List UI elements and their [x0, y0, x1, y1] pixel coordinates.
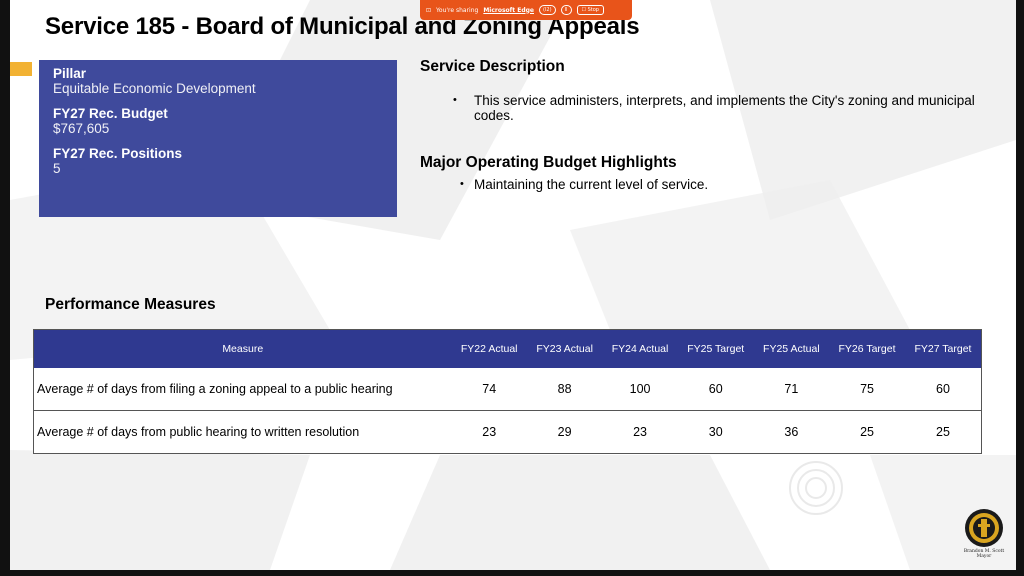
service-description-title: Service Description [420, 58, 565, 75]
presentation-slide: Service 185 - Board of Municipal and Zon… [10, 0, 1016, 570]
column-header: FY23 Actual [526, 329, 603, 368]
list-item: • Maintaining the current level of servi… [420, 177, 980, 192]
column-header: FY25 Target [677, 329, 754, 368]
share-prefix: You're sharing [436, 6, 479, 14]
bullet-icon: • [460, 178, 464, 190]
column-header: FY22 Actual [451, 329, 527, 368]
value-cell: 60 [904, 367, 982, 411]
positions-label: FY27 Rec. Positions [53, 146, 183, 161]
budget-value: $767,605 [53, 121, 110, 136]
service-info-box: Pillar Equitable Economic Development FY… [39, 60, 397, 217]
value-cell: 23 [602, 410, 678, 454]
value-cell: 60 [677, 367, 754, 411]
value-cell: 75 [829, 367, 905, 411]
shared-app-name: Microsoft Edge [483, 6, 534, 14]
table-row: Average # of days from filing a zoning a… [33, 367, 982, 411]
value-cell: 30 [677, 410, 754, 454]
table-header-row: Measure FY22 Actual FY23 Actual FY24 Act… [33, 329, 982, 368]
column-header: FY26 Target [829, 329, 905, 368]
bullet-text: Maintaining the current level of service… [474, 177, 709, 192]
column-header: Measure [33, 329, 452, 368]
measure-cell: Average # of days from public hearing to… [33, 410, 452, 454]
value-cell: 74 [451, 367, 527, 411]
table-row: Average # of days from public hearing to… [33, 410, 982, 454]
value-cell: 71 [753, 367, 830, 411]
value-cell: 100 [602, 367, 678, 411]
column-header: FY27 Target [904, 329, 982, 368]
positions-value: 5 [53, 161, 61, 176]
watermark-icon [789, 461, 843, 515]
stop-label: Stop [587, 7, 599, 13]
description-column: Service Description • This service admin… [420, 58, 980, 192]
bullet-text: This service administers, interprets, an… [474, 93, 975, 123]
value-cell: 23 [451, 410, 527, 454]
value-cell: 29 [526, 410, 603, 454]
screen-share-bar: ⊡ You're sharing Microsoft Edge (I2) II … [420, 0, 632, 20]
pillar-value: Equitable Economic Development [53, 81, 256, 96]
column-header: FY25 Actual [753, 329, 830, 368]
highlights-title: Major Operating Budget Highlights [420, 154, 677, 171]
value-cell: 25 [904, 410, 982, 454]
value-cell: 36 [753, 410, 830, 454]
performance-table: Measure FY22 Actual FY23 Actual FY24 Act… [33, 329, 982, 454]
column-header: FY24 Actual [602, 329, 678, 368]
city-seal-icon [965, 509, 1003, 547]
service-description-list: • This service administers, interprets, … [420, 93, 980, 123]
list-item: • This service administers, interprets, … [420, 93, 980, 123]
pillar-label: Pillar [53, 66, 87, 81]
share-count-badge[interactable]: (I2) [539, 5, 556, 15]
measure-cell: Average # of days from filing a zoning a… [33, 367, 452, 411]
value-cell: 25 [829, 410, 905, 454]
accent-tab [10, 62, 32, 76]
performance-title: Performance Measures [45, 296, 216, 313]
pause-share-button[interactable]: II [560, 5, 572, 15]
bullet-icon: • [453, 94, 457, 106]
stop-share-button[interactable]: ☐ Stop [576, 5, 604, 15]
mayor-signature: Brandon M. Scott Mayor [954, 549, 1014, 559]
budget-label: FY27 Rec. Budget [53, 106, 168, 121]
mayor-title: Mayor [976, 554, 992, 559]
highlights-list: • Maintaining the current level of servi… [420, 177, 980, 192]
value-cell: 88 [526, 367, 603, 411]
share-icon: ⊡ [426, 6, 432, 14]
